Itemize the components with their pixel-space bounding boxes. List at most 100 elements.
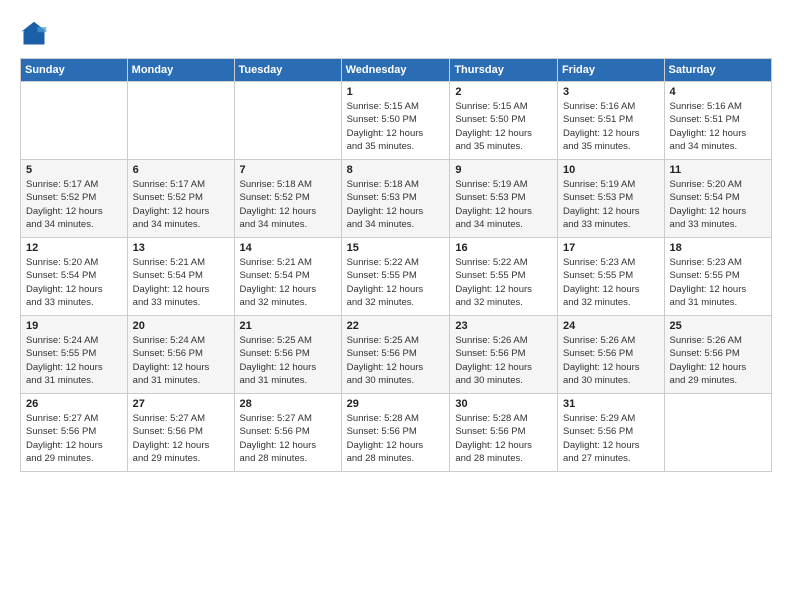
calendar-cell: 18Sunrise: 5:23 AM Sunset: 5:55 PM Dayli… [664,238,771,316]
weekday-header: Tuesday [234,59,341,82]
page: SundayMondayTuesdayWednesdayThursdayFrid… [0,0,792,612]
calendar-cell: 6 Sunrise: 5:17 AM Sunset: 5:52 PM Daylig… [127,160,234,238]
calendar-cell: 20Sunrise: 5:24 AM Sunset: 5:56 PM Dayli… [127,316,234,394]
day-number: 27 [133,398,229,410]
day-number: 4 [670,86,766,98]
calendar-cell: 23 Sunrise: 5:26 AM Sunset: 5:56 PM Dayli… [450,316,558,394]
calendar-cell: 21 Sunrise: 5:25 AM Sunset: 5:56 PM Dayli… [234,316,341,394]
day-number: 9 [455,164,552,176]
day-info: Sunrise: 5:22 AM Sunset: 5:55 PM Dayligh… [347,256,445,309]
calendar-cell: 1 Sunrise: 5:15 AM Sunset: 5:50 PM Daylig… [341,82,450,160]
calendar-cell: 26 Sunrise: 5:27 AM Sunset: 5:56 PM Dayli… [21,394,128,472]
day-number: 31 [563,398,659,410]
calendar-cell [21,82,128,160]
calendar-cell: 15 Sunrise: 5:22 AM Sunset: 5:55 PM Dayli… [341,238,450,316]
calendar-cell: 24 Sunrise: 5:26 AM Sunset: 5:56 PM Dayli… [557,316,664,394]
calendar-cell: 10 Sunrise: 5:19 AM Sunset: 5:53 PM Dayli… [557,160,664,238]
calendar-week-row: 26 Sunrise: 5:27 AM Sunset: 5:56 PM Dayli… [21,394,772,472]
day-info: Sunrise: 5:16 AM Sunset: 5:51 PM Dayligh… [563,100,659,153]
day-info: Sunrise: 5:16 AM Sunset: 5:51 PM Dayligh… [670,100,766,153]
day-number: 22 [347,320,445,332]
calendar-cell: 31 Sunrise: 5:29 AM Sunset: 5:56 PM Dayli… [557,394,664,472]
day-number: 3 [563,86,659,98]
calendar-cell: 22 Sunrise: 5:25 AM Sunset: 5:56 PM Dayli… [341,316,450,394]
day-info: Sunrise: 5:27 AM Sunset: 5:56 PM Dayligh… [26,412,122,465]
day-info: Sunrise: 5:20 AM Sunset: 5:54 PM Dayligh… [670,178,766,231]
day-info: Sunrise: 5:25 AM Sunset: 5:56 PM Dayligh… [240,334,336,387]
day-info: Sunrise: 5:21 AM Sunset: 5:54 PM Dayligh… [240,256,336,309]
day-info: Sunrise: 5:23 AM Sunset: 5:55 PM Dayligh… [563,256,659,309]
calendar-header: SundayMondayTuesdayWednesdayThursdayFrid… [21,59,772,82]
day-number: 19 [26,320,122,332]
calendar-cell: 3 Sunrise: 5:16 AM Sunset: 5:51 PM Daylig… [557,82,664,160]
day-info: Sunrise: 5:26 AM Sunset: 5:56 PM Dayligh… [455,334,552,387]
day-info: Sunrise: 5:17 AM Sunset: 5:52 PM Dayligh… [133,178,229,231]
calendar-cell: 5Sunrise: 5:17 AM Sunset: 5:52 PM Daylig… [21,160,128,238]
day-info: Sunrise: 5:18 AM Sunset: 5:53 PM Dayligh… [347,178,445,231]
day-number: 10 [563,164,659,176]
day-number: 23 [455,320,552,332]
logo-icon [20,20,48,48]
day-number: 7 [240,164,336,176]
calendar-week-row: 1 Sunrise: 5:15 AM Sunset: 5:50 PM Daylig… [21,82,772,160]
day-number: 6 [133,164,229,176]
weekday-header: Monday [127,59,234,82]
day-info: Sunrise: 5:25 AM Sunset: 5:56 PM Dayligh… [347,334,445,387]
calendar-week-row: 5 Sunrise: 5:17 AM Sunset: 5:52 PM Daylig… [21,160,772,238]
day-number: 16 [455,242,552,254]
day-info: Sunrise: 5:19 AM Sunset: 5:53 PM Dayligh… [455,178,552,231]
day-number: 5 [26,164,122,176]
calendar-cell: 12Sunrise: 5:20 AM Sunset: 5:54 PM Dayli… [21,238,128,316]
day-number: 25 [670,320,766,332]
day-number: 8 [347,164,445,176]
day-number: 20 [133,320,229,332]
calendar-cell: 25 Sunrise: 5:26 AM Sunset: 5:56 PM Dayli… [664,316,771,394]
header [20,18,772,48]
day-info: Sunrise: 5:15 AM Sunset: 5:50 PM Dayligh… [347,100,445,153]
day-info: Sunrise: 5:27 AM Sunset: 5:56 PM Dayligh… [240,412,336,465]
calendar-cell: 27Sunrise: 5:27 AM Sunset: 5:56 PM Dayli… [127,394,234,472]
weekday-row: SundayMondayTuesdayWednesdayThursdayFrid… [21,59,772,82]
day-number: 26 [26,398,122,410]
day-info: Sunrise: 5:15 AM Sunset: 5:50 PM Dayligh… [455,100,552,153]
day-number: 28 [240,398,336,410]
calendar-cell: 30 Sunrise: 5:28 AM Sunset: 5:56 PM Dayli… [450,394,558,472]
day-info: Sunrise: 5:22 AM Sunset: 5:55 PM Dayligh… [455,256,552,309]
day-number: 15 [347,242,445,254]
calendar-cell: 8 Sunrise: 5:18 AM Sunset: 5:53 PM Daylig… [341,160,450,238]
calendar: SundayMondayTuesdayWednesdayThursdayFrid… [20,58,772,472]
calendar-cell: 11Sunrise: 5:20 AM Sunset: 5:54 PM Dayli… [664,160,771,238]
day-info: Sunrise: 5:21 AM Sunset: 5:54 PM Dayligh… [133,256,229,309]
weekday-header: Saturday [664,59,771,82]
logo [20,18,52,48]
day-info: Sunrise: 5:26 AM Sunset: 5:56 PM Dayligh… [563,334,659,387]
calendar-cell: 14 Sunrise: 5:21 AM Sunset: 5:54 PM Dayli… [234,238,341,316]
day-info: Sunrise: 5:29 AM Sunset: 5:56 PM Dayligh… [563,412,659,465]
calendar-week-row: 12Sunrise: 5:20 AM Sunset: 5:54 PM Dayli… [21,238,772,316]
day-number: 13 [133,242,229,254]
day-info: Sunrise: 5:28 AM Sunset: 5:56 PM Dayligh… [455,412,552,465]
weekday-header: Friday [557,59,664,82]
calendar-cell: 9 Sunrise: 5:19 AM Sunset: 5:53 PM Daylig… [450,160,558,238]
calendar-cell: 17 Sunrise: 5:23 AM Sunset: 5:55 PM Dayli… [557,238,664,316]
day-number: 24 [563,320,659,332]
calendar-cell: 7Sunrise: 5:18 AM Sunset: 5:52 PM Daylig… [234,160,341,238]
day-number: 21 [240,320,336,332]
weekday-header: Wednesday [341,59,450,82]
calendar-cell [127,82,234,160]
day-number: 1 [347,86,445,98]
calendar-body: 1 Sunrise: 5:15 AM Sunset: 5:50 PM Daylig… [21,82,772,472]
weekday-header: Thursday [450,59,558,82]
day-number: 17 [563,242,659,254]
day-info: Sunrise: 5:28 AM Sunset: 5:56 PM Dayligh… [347,412,445,465]
day-number: 14 [240,242,336,254]
calendar-cell: 2Sunrise: 5:15 AM Sunset: 5:50 PM Daylig… [450,82,558,160]
calendar-cell [664,394,771,472]
calendar-cell: 19 Sunrise: 5:24 AM Sunset: 5:55 PM Dayli… [21,316,128,394]
day-info: Sunrise: 5:23 AM Sunset: 5:55 PM Dayligh… [670,256,766,309]
day-number: 30 [455,398,552,410]
calendar-cell: 16 Sunrise: 5:22 AM Sunset: 5:55 PM Dayli… [450,238,558,316]
day-info: Sunrise: 5:26 AM Sunset: 5:56 PM Dayligh… [670,334,766,387]
day-info: Sunrise: 5:19 AM Sunset: 5:53 PM Dayligh… [563,178,659,231]
day-info: Sunrise: 5:24 AM Sunset: 5:55 PM Dayligh… [26,334,122,387]
